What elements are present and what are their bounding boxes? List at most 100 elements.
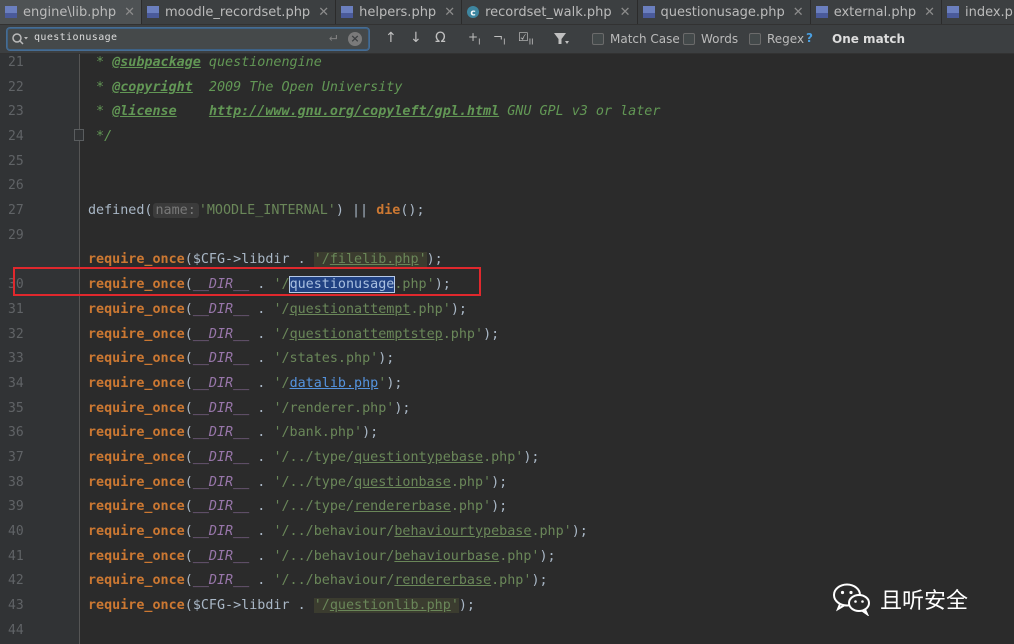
match-count: One match xyxy=(832,32,906,46)
tab-moodle-recordset[interactable]: moodle_recordset.php ✕ xyxy=(142,0,337,24)
line-number: 35 xyxy=(8,401,24,416)
match-case-checkbox[interactable] xyxy=(592,33,604,45)
code-line: require_once(__DIR__ . '/../behaviour/re… xyxy=(88,573,548,588)
add-selection-icon[interactable]: +I xyxy=(468,30,480,48)
code-line: require_once(__DIR__ . '/questionattempt… xyxy=(88,327,500,342)
editor-tab-bar: engine\lib.php ✕ moodle_recordset.php ✕ … xyxy=(0,0,1014,25)
license-link[interactable]: http://www.gnu.org/copyleft/gpl.html xyxy=(209,104,499,119)
line-number: 42 xyxy=(8,573,24,588)
find-toolbar: questionusage ↵ × ↑ ↓ Ω +I ¬I ☑II Match … xyxy=(0,25,1014,54)
line-number: 29 xyxy=(8,228,24,243)
tab-external[interactable]: external.php ✕ xyxy=(811,0,942,24)
search-query: questionusage xyxy=(34,32,118,43)
tab-label: external.php xyxy=(833,4,917,20)
code-line: require_once(__DIR__ . '/renderer.php'); xyxy=(88,401,411,416)
words-label: Words xyxy=(701,32,739,46)
close-icon[interactable]: ✕ xyxy=(124,5,135,20)
close-icon[interactable]: ✕ xyxy=(318,5,329,20)
code-line: * @license http://www.gnu.org/copyleft/g… xyxy=(88,104,661,119)
line-number: 43 xyxy=(8,598,24,613)
code-line: require_once(__DIR__ . '/../behaviour/be… xyxy=(88,524,588,539)
regex-checkbox[interactable] xyxy=(749,33,761,45)
php-file-icon xyxy=(946,6,959,18)
code-line: require_once(__DIR__ . '/../type/questio… xyxy=(88,475,508,490)
code-line: require_once(__DIR__ . '/../behaviour/be… xyxy=(88,549,556,564)
code-line: require_once(__DIR__ . '/states.php'); xyxy=(88,351,395,366)
php-file-icon xyxy=(146,6,159,18)
watermark-text: 且听安全 xyxy=(880,589,969,614)
code-line: * @subpackage questionengine xyxy=(88,55,322,70)
close-icon[interactable]: ✕ xyxy=(793,5,804,20)
close-icon[interactable]: ✕ xyxy=(924,5,935,20)
line-number: 25 xyxy=(8,154,24,169)
regex-option[interactable]: Regex xyxy=(749,32,804,46)
line-number: 31 xyxy=(8,302,24,317)
code-line: * @copyright 2009 The Open University xyxy=(88,80,403,95)
line-number: 23 xyxy=(8,104,24,119)
code-line: require_once(__DIR__ . '/questionattempt… xyxy=(88,302,467,317)
fold-marker-icon[interactable] xyxy=(74,129,84,141)
tab-engine-lib[interactable]: engine\lib.php ✕ xyxy=(0,0,142,24)
line-number: 39 xyxy=(8,499,24,514)
line-number: 40 xyxy=(8,524,24,539)
wechat-logo-icon xyxy=(833,583,870,616)
search-input[interactable]: questionusage ↵ × xyxy=(7,28,369,50)
regex-help-link[interactable]: ? xyxy=(806,31,813,45)
search-history-icon[interactable] xyxy=(11,31,29,47)
select-all-occurrences-icon[interactable]: ☑II xyxy=(518,30,533,48)
code-line: require_once(__DIR__ . '/../type/rendere… xyxy=(88,499,508,514)
line-number: 22 xyxy=(8,80,24,95)
php-file-icon xyxy=(642,6,655,18)
close-icon[interactable]: ✕ xyxy=(620,5,631,20)
code-line: */ xyxy=(88,129,113,144)
match-case-label: Match Case xyxy=(610,32,680,46)
tab-label: moodle_recordset.php xyxy=(164,4,311,20)
line-number: 44 xyxy=(8,623,24,638)
code-line: require_once($CFG->libdir . '/questionli… xyxy=(88,598,475,613)
previous-occurrence-icon[interactable]: ↑ xyxy=(385,30,397,48)
next-occurrence-icon[interactable]: ↓ xyxy=(410,30,422,48)
line-number: 33 xyxy=(8,351,24,366)
code-line: require_once(__DIR__ . '/../type/questio… xyxy=(88,450,540,465)
words-checkbox[interactable] xyxy=(683,33,695,45)
tab-label: index.php xyxy=(964,4,1014,20)
line-number: 41 xyxy=(8,549,24,564)
line-number: 21 xyxy=(8,55,24,70)
line-number: 37 xyxy=(8,450,24,465)
tab-label: engine\lib.php xyxy=(23,4,117,20)
tab-questionusage[interactable]: questionusage.php ✕ xyxy=(638,0,811,24)
tab-label: recordset_walk.php xyxy=(485,4,612,20)
class-file-icon: c xyxy=(467,6,480,19)
php-file-icon xyxy=(815,6,828,18)
code-line: defined(name: 'MOODLE_INTERNAL') || die()… xyxy=(88,203,425,218)
tab-label: questionusage.php xyxy=(660,4,785,20)
regex-label: Regex xyxy=(767,32,805,46)
datalib-link[interactable]: datalib.php xyxy=(290,376,379,391)
line-number: 38 xyxy=(8,475,24,490)
remove-selection-icon[interactable]: ¬I xyxy=(493,30,505,48)
tab-recordset-walk[interactable]: c recordset_walk.php ✕ xyxy=(462,0,638,24)
line-number: 36 xyxy=(8,425,24,440)
line-number: 26 xyxy=(8,178,24,193)
new-line-icon[interactable]: ↵ xyxy=(329,29,337,45)
tab-label: helpers.php xyxy=(359,4,437,20)
code-line: require_once(__DIR__ . '/bank.php'); xyxy=(88,425,379,440)
clear-search-icon[interactable]: × xyxy=(348,32,362,46)
line-number: 34 xyxy=(8,376,24,391)
line-number: 32 xyxy=(8,327,24,342)
filter-icon[interactable] xyxy=(553,32,569,46)
parameter-hint: name: xyxy=(152,203,199,218)
words-option[interactable]: Words xyxy=(683,32,738,46)
tab-helpers[interactable]: helpers.php ✕ xyxy=(336,0,463,24)
match-case-option[interactable]: Match Case xyxy=(592,32,680,46)
line-number: 27 xyxy=(8,203,24,218)
code-line: require_once(__DIR__ . '/datalib.php'); xyxy=(88,376,403,391)
highlight-annotation-box xyxy=(13,267,481,296)
line-number: 24 xyxy=(8,129,24,144)
tab-index[interactable]: index.php ✕ xyxy=(942,0,1014,24)
watermark: 且听安全 xyxy=(832,582,968,616)
svg-text:c: c xyxy=(470,9,475,19)
php-file-icon xyxy=(5,6,17,18)
find-all-icon[interactable]: Ω xyxy=(435,30,446,48)
close-icon[interactable]: ✕ xyxy=(444,5,455,20)
